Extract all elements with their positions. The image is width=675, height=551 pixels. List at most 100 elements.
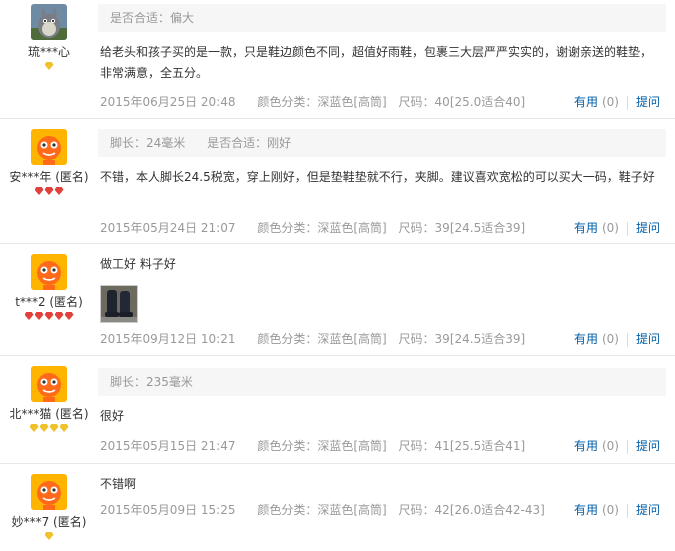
useful-button[interactable]: 有用 <box>574 439 598 453</box>
size-value: 40[25.0适合40] <box>434 95 526 109</box>
review-text: 做工好 料子好 <box>100 257 176 271</box>
review-footer: 2015年05月15日 21:47 颜色分类：深蓝色[高筒] 尺码：41[25.… <box>100 437 666 455</box>
review-text: 很好 <box>100 409 125 423</box>
useful-button[interactable]: 有用 <box>574 332 598 346</box>
ask-button[interactable]: 提问 <box>636 221 660 235</box>
user-name: 妙***7 (匿名) <box>11 515 87 529</box>
user-avatar[interactable] <box>31 474 67 510</box>
red-diamond-icon <box>54 312 64 320</box>
red-diamond-icon <box>44 187 54 195</box>
review-footer: 2015年05月24日 21:07 颜色分类：深蓝色[高筒] 尺码：39[24.… <box>100 219 666 237</box>
useful-count: (0) <box>601 439 619 453</box>
foot-length-meta: 脚长：235毫米 <box>110 375 193 389</box>
review-footer: 2015年09月12日 10:21 颜色分类：深蓝色[高筒] 尺码：39[24.… <box>100 330 666 348</box>
review-meta: 是否合适：偏大 <box>98 4 666 32</box>
review-item: 琉***心 是否合适：偏大 给老头和孩子买的是一款，只是鞋边颜色不同，超值好雨鞋… <box>0 0 675 119</box>
useful-button[interactable]: 有用 <box>574 503 598 517</box>
review-user: 琉***心 <box>0 4 98 72</box>
review-meta: 脚长：24毫米 是否合适：刚好 <box>98 129 666 157</box>
user-rank-badge <box>0 312 98 322</box>
default-avatar-icon <box>31 129 67 165</box>
divider <box>626 439 628 454</box>
default-avatar-icon <box>31 254 67 290</box>
user-avatar[interactable] <box>31 4 67 40</box>
red-diamond-icon <box>24 312 34 320</box>
review-actions: 有用 (0) 提问 <box>574 219 660 237</box>
gold-diamond-icon <box>49 424 59 432</box>
size-key: 尺码： <box>398 95 435 109</box>
ask-button[interactable]: 提问 <box>636 95 660 109</box>
color-value: 深蓝色[高筒] <box>317 439 387 453</box>
useful-count: (0) <box>601 95 619 109</box>
color-key: 颜色分类： <box>257 332 318 346</box>
color-value: 深蓝色[高筒] <box>317 221 387 235</box>
review-item: t***2 (匿名) 做工好 料子好 2015年09月12日 10:21 颜色分… <box>0 244 675 356</box>
ask-button[interactable]: 提问 <box>636 503 660 517</box>
review-text: 不错，本人脚长24.5税宽，穿上刚好，但是垫鞋垫就不行，夹脚。建议喜欢宽松的可以… <box>100 170 655 184</box>
user-name: 北***猫 (匿名) <box>9 407 89 421</box>
size-key: 尺码： <box>398 439 435 453</box>
size-key: 尺码： <box>398 503 435 517</box>
gold-diamond-icon <box>44 532 54 540</box>
review-content: 做工好 料子好 2015年09月12日 10:21 颜色分类：深蓝色[高筒] 尺… <box>98 244 666 347</box>
review-item: 安***年 (匿名) 脚长：24毫米 是否合适：刚好 不错，本人脚长24.5税宽… <box>0 119 675 244</box>
gold-diamond-icon <box>39 424 49 432</box>
red-diamond-icon <box>44 312 54 320</box>
review-item: 妙***7 (匿名) 不错啊 2015年05月09日 15:25 颜色分类：深蓝… <box>0 464 675 551</box>
divider <box>626 503 628 518</box>
useful-count: (0) <box>601 503 619 517</box>
user-rank-badge <box>0 62 98 72</box>
user-name: 安***年 (匿名) <box>9 170 89 184</box>
red-diamond-icon <box>64 312 74 320</box>
review-date: 2015年05月15日 21:47 <box>100 439 236 453</box>
useful-button[interactable]: 有用 <box>574 221 598 235</box>
user-rank-badge <box>0 424 98 434</box>
review-user: 安***年 (匿名) <box>0 129 98 197</box>
size-key: 尺码： <box>398 332 435 346</box>
review-photo-thumbnail[interactable] <box>100 285 138 323</box>
review-user: 妙***7 (匿名) <box>0 474 98 542</box>
review-actions: 有用 (0) 提问 <box>574 93 660 111</box>
color-key: 颜色分类： <box>257 95 318 109</box>
review-footer: 2015年06月25日 20:48 颜色分类：深蓝色[高筒] 尺码：40[25.… <box>100 93 666 111</box>
review-content: 脚长：24毫米 是否合适：刚好 不错，本人脚长24.5税宽，穿上刚好，但是垫鞋垫… <box>98 129 666 236</box>
review-date: 2015年06月25日 20:48 <box>100 95 236 109</box>
red-diamond-icon <box>34 312 44 320</box>
ask-button[interactable]: 提问 <box>636 439 660 453</box>
color-value: 深蓝色[高筒] <box>317 332 387 346</box>
foot-length-meta: 脚长：24毫米 <box>110 136 186 150</box>
user-name: t***2 (匿名) <box>15 295 83 309</box>
useful-count: (0) <box>601 221 619 235</box>
review-date: 2015年05月24日 21:07 <box>100 221 236 235</box>
user-avatar[interactable] <box>31 366 67 402</box>
divider <box>626 221 628 236</box>
review-user: 北***猫 (匿名) <box>0 366 98 434</box>
user-name: 琉***心 <box>27 45 70 59</box>
gold-diamond-icon <box>29 424 39 432</box>
color-value: 深蓝色[高筒] <box>317 95 387 109</box>
color-key: 颜色分类： <box>257 503 318 517</box>
useful-button[interactable]: 有用 <box>574 95 598 109</box>
color-key: 颜色分类： <box>257 221 318 235</box>
gold-diamond-icon <box>59 424 69 432</box>
default-avatar-icon <box>31 474 67 510</box>
red-diamond-icon <box>34 187 44 195</box>
user-avatar[interactable] <box>31 129 67 165</box>
review-item: 北***猫 (匿名) 脚长：235毫米 很好 2015年05月15日 21:47… <box>0 356 675 464</box>
color-value: 深蓝色[高筒] <box>317 503 387 517</box>
user-avatar[interactable] <box>31 254 67 290</box>
review-text: 不错啊 <box>100 477 137 491</box>
useful-count: (0) <box>601 332 619 346</box>
fit-meta: 是否合适：刚好 <box>207 136 292 150</box>
color-key: 颜色分类： <box>257 439 318 453</box>
review-content: 脚长：235毫米 很好 2015年05月15日 21:47 颜色分类：深蓝色[高… <box>98 368 666 454</box>
review-footer: 2015年05月09日 15:25 颜色分类：深蓝色[高筒] 尺码：42[26.… <box>100 501 666 519</box>
review-text: 给老头和孩子买的是一款，只是鞋边颜色不同，超值好雨鞋，包裹三大层严严实实的，谢谢… <box>100 45 653 80</box>
review-actions: 有用 (0) 提问 <box>574 330 660 348</box>
review-actions: 有用 (0) 提问 <box>574 437 660 455</box>
ask-button[interactable]: 提问 <box>636 332 660 346</box>
review-date: 2015年05月09日 15:25 <box>100 503 236 517</box>
review-user: t***2 (匿名) <box>0 254 98 322</box>
review-actions: 有用 (0) 提问 <box>574 501 660 519</box>
totoro-avatar-icon <box>31 4 67 40</box>
